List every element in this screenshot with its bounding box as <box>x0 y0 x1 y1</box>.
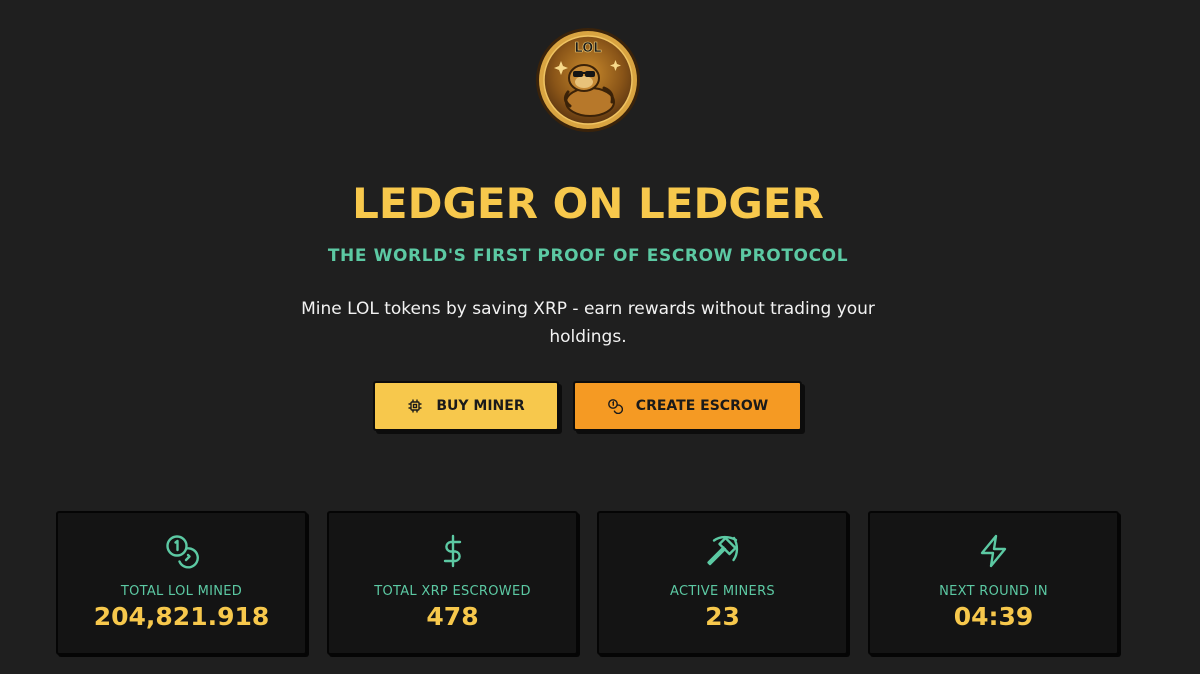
stat-total-lol-mined: TOTAL LOL MINED 204,821.918 <box>56 511 307 655</box>
logo-text: LOL <box>574 41 601 56</box>
dollar-icon <box>329 533 576 573</box>
stat-active-miners: ACTIVE MINERS 23 <box>597 511 848 655</box>
stat-total-xrp-escrowed: TOTAL XRP ESCROWED 478 <box>327 511 578 655</box>
stat-value: 23 <box>705 602 740 631</box>
stat-next-round: NEXT ROUND IN 04:39 <box>868 511 1119 655</box>
create-escrow-label: CREATE ESCROW <box>635 398 769 414</box>
sloth-coin-icon: LOL <box>536 28 640 132</box>
page-subtitle: THE WORLD'S FIRST PROOF OF ESCROW PROTOC… <box>327 246 849 266</box>
cpu-chip-icon <box>407 398 423 414</box>
pickaxe-icon <box>599 533 846 573</box>
stat-label: ACTIVE MINERS <box>670 584 775 599</box>
buy-miner-label: BUY MINER <box>436 398 525 414</box>
create-escrow-button[interactable]: CREATE ESCROW <box>573 381 802 431</box>
tagline: Mine LOL tokens by saving XRP - earn rew… <box>301 299 875 347</box>
stat-value: 478 <box>426 602 479 631</box>
sloth-coin-logo: LOL <box>534 26 642 134</box>
stat-value: 04:39 <box>953 602 1034 631</box>
stat-label: NEXT ROUND IN <box>939 584 1048 599</box>
page-title: LEDGER ON LEDGER <box>352 179 824 228</box>
lightning-icon <box>870 533 1117 573</box>
coins-icon <box>58 533 305 573</box>
stat-label: TOTAL LOL MINED <box>120 584 243 599</box>
coins-icon <box>607 398 623 414</box>
stat-value: 204,821.918 <box>93 602 270 631</box>
buy-miner-button[interactable]: BUY MINER <box>373 381 559 431</box>
stat-label: TOTAL XRP ESCROWED <box>374 584 531 599</box>
